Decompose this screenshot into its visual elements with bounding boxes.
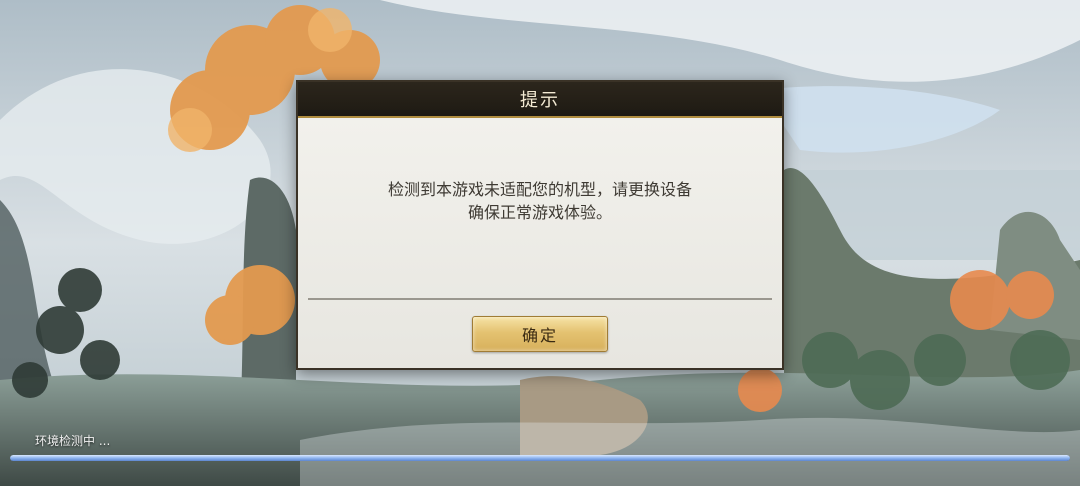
dialog-divider — [308, 298, 772, 300]
game-scene: 提示 检测到本游戏未适配您的机型，请更换设备 确保正常游戏体验。 确定 环境检测… — [0, 0, 1080, 486]
loading-progress-bar — [10, 455, 1070, 461]
dialog-title: 提示 — [520, 90, 560, 111]
dialog-message-line-2: 确保正常游戏体验。 — [467, 203, 612, 222]
loading-progress-fill — [10, 455, 1070, 461]
confirm-button-label: 确定 — [521, 326, 558, 345]
dialog-header: 提示 — [298, 82, 782, 118]
alert-dialog: 提示 检测到本游戏未适配您的机型，请更换设备 确保正常游戏体验。 确定 — [296, 80, 784, 370]
dialog-body: 检测到本游戏未适配您的机型，请更换设备 确保正常游戏体验。 确定 — [298, 118, 782, 368]
loading-status-text: 环境检测中 ... — [35, 434, 111, 448]
dialog-message: 检测到本游戏未适配您的机型，请更换设备 确保正常游戏体验。 — [318, 178, 762, 224]
confirm-button[interactable]: 确定 — [472, 316, 608, 352]
dialog-message-line-1: 检测到本游戏未适配您的机型，请更换设备 — [387, 180, 692, 199]
